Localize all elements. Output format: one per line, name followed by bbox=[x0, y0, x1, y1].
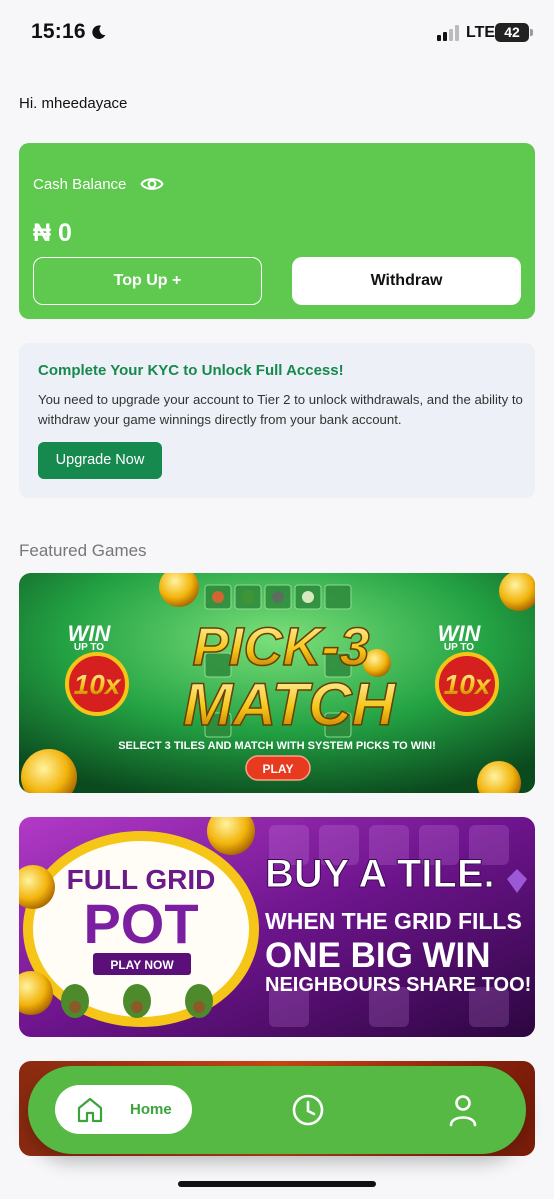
upgrade-now-button[interactable]: Upgrade Now bbox=[38, 442, 162, 479]
balance-card: Cash Balance ₦ 0 Top Up + Withdraw bbox=[19, 143, 535, 319]
kyc-description: You need to upgrade your account to Tier… bbox=[38, 392, 523, 427]
featured-games-title: Featured Games bbox=[19, 541, 147, 560]
greeting: Hi. mheedayace bbox=[19, 95, 128, 112]
user-icon[interactable] bbox=[448, 1093, 478, 1127]
pick3-title: PICK-3 bbox=[192, 617, 369, 677]
status-time: 15:16 bbox=[31, 20, 86, 43]
svg-text:PLAY NOW: PLAY NOW bbox=[110, 958, 174, 972]
top-up-button[interactable]: Top Up + bbox=[33, 257, 262, 305]
svg-text:UP TO: UP TO bbox=[444, 642, 474, 653]
signal-icon bbox=[437, 25, 459, 41]
nav-home[interactable]: Home bbox=[55, 1085, 192, 1134]
network-label: LTE bbox=[466, 24, 496, 41]
moon-icon bbox=[92, 25, 106, 40]
buy-a-tile-text: BUY A TILE. bbox=[265, 852, 495, 896]
kyc-card: Complete Your KYC to Unlock Full Access!… bbox=[19, 343, 535, 498]
eye-icon[interactable] bbox=[140, 173, 164, 195]
full-grid-pot-banner[interactable]: FULL GRID POT PLAY NOW BUY A TILE. WHEN … bbox=[19, 817, 535, 1037]
clock-icon[interactable] bbox=[291, 1093, 325, 1127]
balance-amount: ₦ 0 bbox=[33, 219, 72, 247]
svg-text:10x: 10x bbox=[74, 669, 122, 700]
pick3-match-banner[interactable]: WIN UP TO 10x WIN UP TO 10x PICK-3 MATCH… bbox=[19, 573, 535, 793]
withdraw-button[interactable]: Withdraw bbox=[292, 257, 521, 305]
balance-label: Cash Balance bbox=[33, 176, 127, 193]
kyc-title: Complete Your KYC to Unlock Full Access! bbox=[38, 362, 344, 379]
svg-text:PLAY: PLAY bbox=[263, 762, 294, 776]
status-bar: 15:16 LTE 42 bbox=[0, 0, 554, 66]
svg-text:10x: 10x bbox=[444, 669, 492, 700]
pot-label: POT bbox=[83, 892, 198, 955]
home-indicator bbox=[178, 1181, 376, 1187]
grid-fills-text: WHEN THE GRID FILLS bbox=[265, 908, 522, 934]
one-big-win-text: ONE BIG WIN bbox=[265, 936, 491, 975]
pick3-tagline: SELECT 3 TILES AND MATCH WITH SYSTEM PIC… bbox=[118, 740, 436, 752]
home-icon bbox=[77, 1097, 103, 1123]
battery-indicator: 42 bbox=[495, 23, 533, 42]
match-title: MATCH bbox=[183, 671, 397, 738]
bottom-nav: Home bbox=[28, 1066, 526, 1154]
full-grid-label: FULL GRID bbox=[67, 864, 216, 895]
svg-text:UP TO: UP TO bbox=[74, 642, 104, 653]
neighbours-text: NEIGHBOURS SHARE TOO! bbox=[265, 974, 531, 996]
nav-home-label: Home bbox=[130, 1101, 172, 1118]
avocado-icons bbox=[61, 984, 213, 1018]
